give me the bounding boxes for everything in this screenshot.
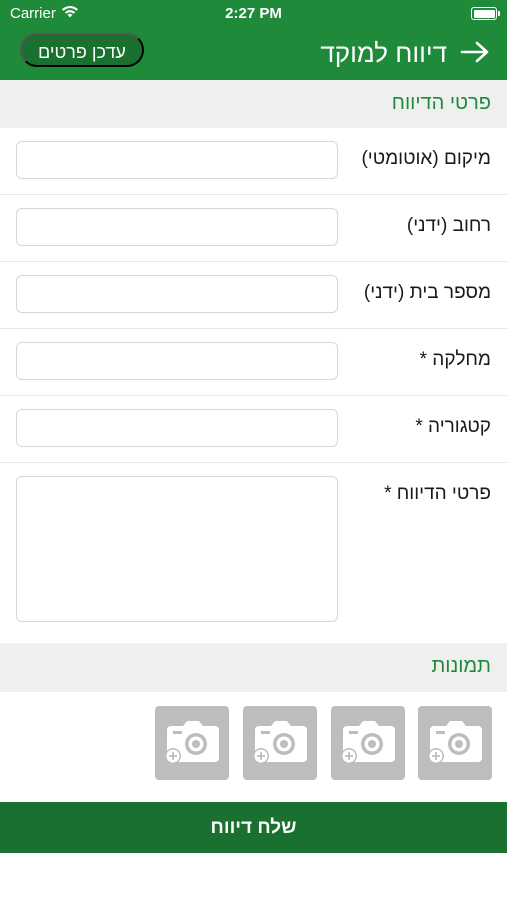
photos-header: תמונות: [0, 643, 507, 692]
department-input[interactable]: [16, 342, 338, 380]
top-bar: Carrier 2:27 PM דיווח למוקד עדכן פרטים: [0, 0, 507, 80]
photos-title: תמונות: [431, 655, 491, 677]
street-label: רחוב (ידני): [406, 215, 491, 236]
add-photo-icon[interactable]: [155, 706, 229, 780]
page-title: דיווח למוקד: [320, 38, 447, 68]
location-input[interactable]: [16, 141, 338, 179]
category-input[interactable]: [16, 409, 338, 447]
update-details-button[interactable]: עדכן פרטים: [20, 33, 144, 67]
house-number-label: מספר בית (ידני): [363, 282, 491, 303]
send-report-button[interactable]: שלח דיווח: [0, 802, 507, 853]
navigation-bar: דיווח למוקד עדכן פרטים: [0, 28, 507, 80]
street-row: רחוב (ידני): [0, 195, 507, 262]
category-row: קטגוריה *: [0, 396, 507, 463]
street-input[interactable]: [16, 208, 338, 246]
location-row: מיקום (אוטומטי): [0, 128, 507, 195]
house-number-input[interactable]: [16, 275, 338, 313]
battery-icon: [471, 7, 500, 20]
location-label: מיקום (אוטומטי): [361, 148, 491, 169]
report-details-textarea[interactable]: [16, 476, 338, 622]
department-row: מחלקה *: [0, 329, 507, 396]
add-photo-icon[interactable]: [243, 706, 317, 780]
add-photo-icon[interactable]: [418, 706, 492, 780]
arrow-right-icon[interactable]: [459, 38, 491, 66]
photo-slots: [0, 692, 507, 802]
report-details-row: פרטי הדיווח *: [0, 463, 507, 643]
house-number-row: מספר בית (ידני): [0, 262, 507, 329]
status-bar: Carrier 2:27 PM: [0, 0, 507, 28]
add-photo-icon[interactable]: [331, 706, 405, 780]
report-details-label: פרטי הדיווח *: [384, 483, 491, 504]
status-time: 2:27 PM: [225, 5, 282, 22]
department-label: מחלקה *: [419, 349, 491, 370]
report-details-title: פרטי הדיווח: [391, 92, 491, 114]
report-details-header: פרטי הדיווח: [0, 80, 507, 128]
category-label: קטגוריה *: [415, 416, 491, 437]
